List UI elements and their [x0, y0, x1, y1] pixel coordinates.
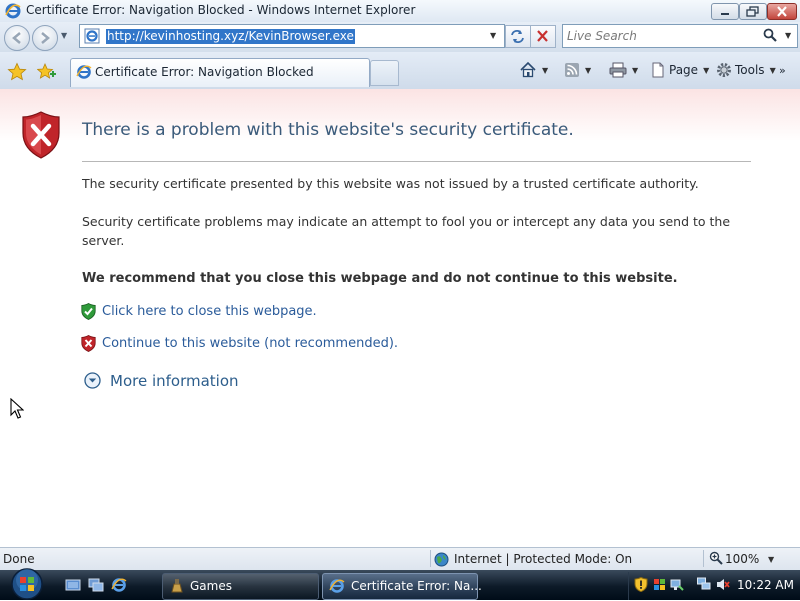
- feeds-dropdown-icon[interactable]: ▼: [585, 66, 591, 75]
- show-desktop-icon[interactable]: [65, 577, 81, 593]
- back-button[interactable]: [4, 25, 30, 51]
- search-input[interactable]: Live Search: [567, 29, 637, 43]
- windows-update-icon[interactable]: [653, 577, 667, 592]
- window-title: Certificate Error: Navigation Blocked - …: [26, 3, 416, 17]
- error-warning-text: Security certificate problems may indica…: [82, 214, 731, 248]
- help-button[interactable]: »: [779, 60, 786, 80]
- mouse-cursor-icon: [10, 398, 24, 419]
- page-menu-button[interactable]: Page ▼: [650, 60, 709, 80]
- page-dropdown-icon: ▼: [703, 65, 710, 75]
- feeds-button[interactable]: ▼: [564, 60, 591, 80]
- taskbar-clock[interactable]: 10:22 AM: [737, 578, 794, 592]
- shield-error-icon: [22, 111, 60, 159]
- tools-menu-button[interactable]: Tools ▼: [716, 60, 776, 80]
- zoom-dropdown-icon[interactable]: ▼: [768, 555, 774, 564]
- minimize-button[interactable]: [711, 3, 739, 20]
- search-options-dropdown-icon[interactable]: ▼: [785, 31, 791, 40]
- stop-button[interactable]: [530, 25, 556, 48]
- address-input[interactable]: http://kevinhosting.xyz/KevinBrowser.exe: [106, 29, 355, 44]
- switch-windows-icon[interactable]: [88, 577, 104, 593]
- refresh-icon: [511, 30, 524, 43]
- rss-feed-icon: [565, 63, 579, 77]
- chevron-down-circle-icon[interactable]: [84, 372, 101, 389]
- favorites-star-icon[interactable]: [7, 62, 27, 82]
- status-bar: [0, 547, 800, 571]
- status-divider: [430, 550, 431, 567]
- close-icon: [777, 6, 787, 17]
- shield-check-icon: [81, 303, 96, 320]
- security-alert-shield-icon[interactable]: [634, 577, 648, 592]
- forward-button[interactable]: [32, 25, 58, 51]
- new-tab-button[interactable]: [370, 60, 399, 86]
- start-button-orb-icon[interactable]: [5, 567, 49, 601]
- shield-x-icon: [81, 335, 96, 352]
- refresh-button[interactable]: [505, 25, 531, 48]
- status-text: Done: [3, 552, 35, 566]
- continue-to-website-link[interactable]: Continue to this website (not recommende…: [102, 336, 398, 351]
- page-title: There is a problem with this website's s…: [82, 120, 574, 140]
- minimize-icon: [721, 13, 729, 15]
- tools-menu-label: Tools: [735, 63, 765, 77]
- taskbar-label: Games: [190, 579, 232, 593]
- back-arrow-icon: [12, 32, 21, 44]
- home-button[interactable]: ▼: [519, 60, 548, 80]
- security-zone-text[interactable]: Internet | Protected Mode: On: [454, 552, 632, 566]
- close-window-button[interactable]: [767, 3, 797, 20]
- address-dropdown-icon[interactable]: ▼: [490, 31, 496, 40]
- more-information-link[interactable]: More information: [110, 372, 239, 390]
- title-divider: [82, 161, 751, 162]
- maximize-button[interactable]: [739, 3, 767, 20]
- volume-muted-icon[interactable]: [716, 577, 730, 592]
- home-icon: [520, 61, 536, 78]
- stop-x-icon: [537, 30, 548, 42]
- error-description: The security certificate presented by th…: [82, 176, 699, 191]
- print-dropdown-icon[interactable]: ▼: [632, 66, 638, 75]
- taskbar-button-games[interactable]: [162, 573, 319, 600]
- network-icon[interactable]: [670, 577, 684, 592]
- home-dropdown-icon[interactable]: ▼: [542, 66, 548, 75]
- printer-icon: [609, 62, 627, 78]
- games-folder-icon: [171, 579, 183, 593]
- restore-icon: [746, 6, 759, 17]
- ie-logo-icon: [329, 579, 345, 593]
- tab-ie-icon: [76, 65, 92, 79]
- globe-icon: [434, 552, 449, 567]
- search-icon[interactable]: [762, 27, 778, 43]
- taskbar-label: Certificate Error: Na...: [351, 579, 482, 593]
- close-webpage-link[interactable]: Click here to close this webpage.: [102, 304, 317, 319]
- add-favorites-icon[interactable]: [37, 62, 57, 82]
- ie-logo-icon: [5, 3, 21, 19]
- page-ie-icon: [84, 28, 100, 44]
- recent-pages-dropdown-icon[interactable]: ▼: [61, 31, 67, 40]
- page-icon: [652, 62, 664, 78]
- recommendation-text: We recommend that you close this webpage…: [82, 271, 678, 286]
- tab-label: Certificate Error: Navigation Blocked: [95, 65, 314, 79]
- tools-dropdown-icon: ▼: [769, 65, 776, 75]
- zoom-magnifier-icon[interactable]: [709, 551, 723, 565]
- gear-icon: [717, 63, 731, 77]
- network-connections-icon[interactable]: [697, 577, 711, 592]
- chevron-more-icon: »: [779, 63, 786, 77]
- print-button[interactable]: ▼: [609, 60, 638, 80]
- ie-quicklaunch-icon[interactable]: [111, 577, 127, 593]
- status-divider: [703, 550, 704, 567]
- page-menu-label: Page: [669, 63, 699, 77]
- zoom-level[interactable]: 100%: [725, 552, 759, 566]
- forward-arrow-icon: [41, 32, 50, 44]
